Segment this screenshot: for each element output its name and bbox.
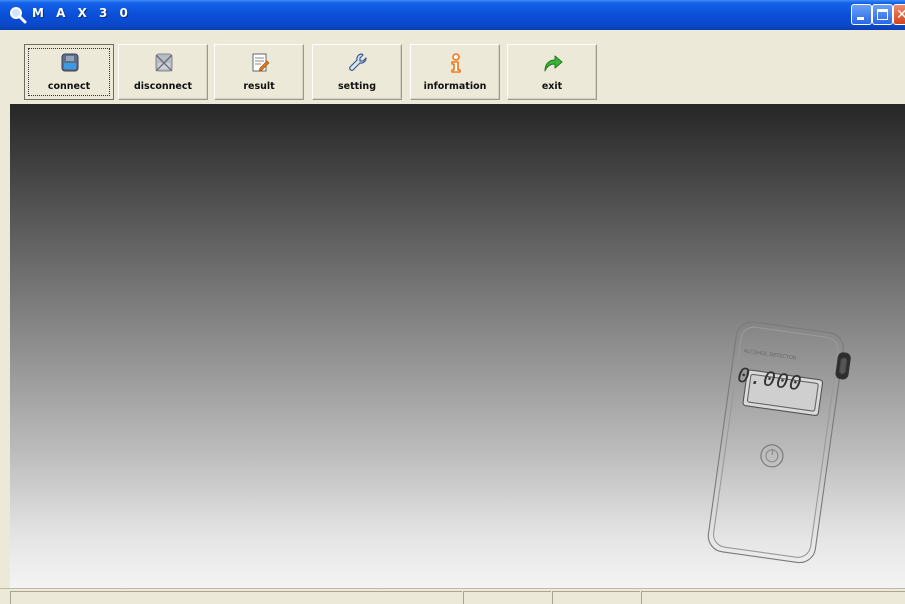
result-label: result	[243, 81, 275, 92]
exit-label: exit	[541, 81, 563, 92]
exit-button[interactable]: exit	[507, 44, 597, 100]
maximize-button[interactable]	[872, 4, 893, 25]
magnifier-icon	[10, 7, 27, 24]
setting-button[interactable]: setting	[312, 44, 402, 100]
disconnect-button[interactable]: disconnect	[118, 44, 208, 100]
maximize-icon	[877, 9, 888, 20]
minimize-icon	[857, 17, 864, 20]
status-panel-4	[641, 591, 905, 604]
toolbar: connect disconnect result setting inform…	[0, 30, 905, 105]
information-label: information	[423, 81, 487, 92]
status-panel-2	[463, 591, 551, 604]
wrench-icon	[349, 53, 367, 71]
connect-icon	[61, 53, 79, 72]
information-button[interactable]: information	[410, 44, 500, 100]
disconnect-label: disconnect	[133, 81, 192, 92]
connect-label: connect	[47, 81, 91, 92]
main-canvas: ALCOHOL DETECTOR 0.000	[10, 104, 905, 588]
left-frame	[0, 104, 10, 588]
title-bar[interactable]: M A X 3 0 ✕	[0, 0, 905, 30]
close-icon: ✕	[896, 7, 905, 23]
connect-button[interactable]: connect	[24, 44, 114, 100]
disconnect-icon	[155, 53, 173, 72]
status-panel-1	[10, 591, 462, 604]
exit-arrow-icon	[544, 55, 563, 72]
window-title: M A X 3 0	[32, 6, 132, 20]
result-icon	[252, 53, 270, 72]
status-panel-3	[552, 591, 640, 604]
minimize-button[interactable]	[851, 4, 872, 25]
setting-label: setting	[338, 81, 376, 92]
status-bar	[0, 588, 905, 604]
information-icon	[451, 53, 461, 73]
close-button[interactable]: ✕	[893, 4, 905, 25]
result-button[interactable]: result	[214, 44, 304, 100]
